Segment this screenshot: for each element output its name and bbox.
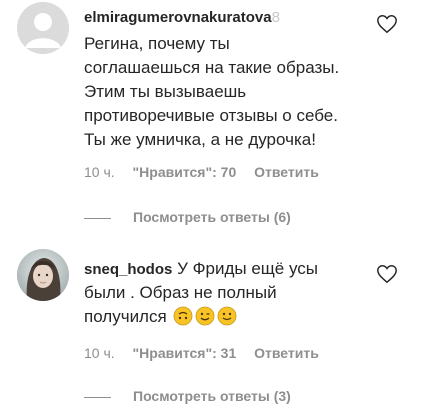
divider-line bbox=[84, 396, 111, 398]
heart-icon[interactable] bbox=[376, 263, 398, 285]
user-photo-avatar bbox=[17, 249, 69, 301]
comment-likes[interactable]: "Нравится": 31 bbox=[133, 345, 237, 361]
comment-text: были . Образ не полный получился bbox=[84, 281, 277, 329]
comment-text-line: У Фриды ещё усы bbox=[177, 259, 318, 278]
comment-time[interactable]: 10 ч. bbox=[84, 345, 115, 361]
view-replies-button[interactable]: Посмотреть ответы (3) bbox=[84, 388, 291, 404]
comment-username[interactable]: sneq_hodos bbox=[84, 261, 172, 278]
comment-text-line: получился bbox=[84, 307, 167, 326]
slightly-smiling-face-icon bbox=[218, 306, 237, 326]
comment-first-line: sneq_hodos У Фриды ещё усы bbox=[84, 257, 318, 282]
view-replies-label: Посмотреть ответы (3) bbox=[133, 388, 291, 404]
comment-text-line-with-emojis: получился bbox=[84, 305, 277, 329]
avatar[interactable] bbox=[17, 249, 69, 301]
winking-face-icon bbox=[196, 306, 215, 326]
comment-2: sneq_hodos У Фриды ещё усы были . Образ … bbox=[0, 0, 421, 411]
reply-button[interactable]: Ответить bbox=[254, 345, 319, 361]
upside-down-face-icon bbox=[174, 306, 193, 326]
comment-meta: 10 ч. "Нравится": 31 Ответить bbox=[84, 345, 333, 361]
comment-text-line: были . Образ не полный bbox=[84, 283, 277, 302]
